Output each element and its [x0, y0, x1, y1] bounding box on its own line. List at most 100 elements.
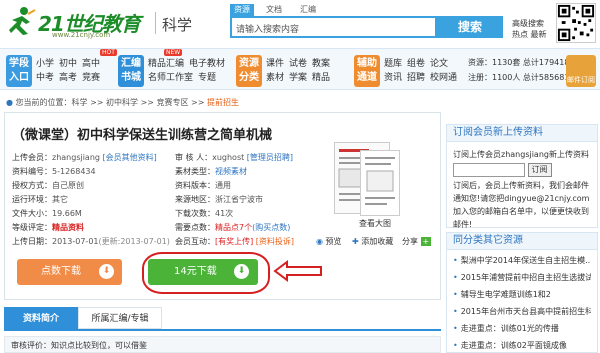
list-item[interactable]: • 走进重点：训练01光的传播: [453, 320, 591, 337]
bullet-icon: •: [453, 256, 458, 265]
nav-news[interactable]: 资讯: [384, 71, 402, 85]
view-large-image-link[interactable]: 查看大图: [359, 218, 391, 229]
uploader-value[interactable]: zhangsjiang: [52, 153, 100, 162]
nav-build-paper[interactable]: 组卷: [407, 57, 425, 71]
compilation-bookstore-button[interactable]: 汇编 书城: [118, 55, 144, 87]
preview-action[interactable]: ◉ 预览: [316, 236, 342, 247]
list-item-label: 2015年台州市天台县高中提前招生科...: [460, 307, 591, 316]
admin-recruit-link[interactable]: [管理员招聘]: [247, 153, 293, 162]
tab-description[interactable]: 资料简介: [4, 307, 78, 329]
points-download-button[interactable]: 点数下载 ⬇: [17, 259, 122, 285]
share-action[interactable]: 分享 +: [402, 236, 432, 247]
breadcrumb-current[interactable]: 提前招生: [207, 98, 239, 107]
complaint-link[interactable]: [资料投诉]: [256, 237, 294, 246]
tab-underline: [4, 329, 441, 331]
nav-question-bank[interactable]: 题库: [384, 57, 402, 71]
list-item[interactable]: • 辅导生电学难题训练1和2: [453, 286, 591, 303]
bullet-icon: •: [453, 324, 458, 333]
stage-entry-label: 学段: [9, 58, 29, 69]
hot-latest-links[interactable]: 热点 最新: [512, 29, 547, 40]
upload-date-value: 2013-07-01: [52, 237, 99, 246]
search-button[interactable]: 搜索: [437, 16, 503, 38]
add-favorite-label: 添加收藏: [361, 237, 394, 246]
reward-upload-link[interactable]: [有奖上传]: [215, 237, 253, 246]
site-logo[interactable]: 21世纪教育 www.21cnjy.com: [8, 6, 148, 40]
upload-date-key: 上传日期：: [12, 237, 52, 246]
resource-category-button[interactable]: 资源 分类: [236, 55, 262, 87]
breadcrumb-path[interactable]: 您当前的位置：科学 >> 初中科学 >> 竞赛专区 >>: [16, 98, 205, 107]
list-item-label: 2015年浦营提前中招自主招生选拔试...: [460, 273, 591, 282]
nav-exam[interactable]: 试卷: [289, 57, 307, 71]
update-date-value: (更新:2013-07-01): [98, 237, 170, 246]
add-favorite-action[interactable]: ✚ 添加收藏: [352, 236, 393, 247]
list-item[interactable]: • 2015年台州市天台县高中提前招生科...: [453, 303, 591, 320]
breadcrumb: ● 您当前的位置：科学 >> 初中科学 >> 竞赛专区 >> 提前招生: [6, 97, 239, 108]
nav-zhongkao[interactable]: 中考: [36, 71, 54, 85]
mail-subscribe-button[interactable]: 邮件订阅: [566, 55, 596, 87]
version-row: 资料版本：通用: [175, 180, 231, 191]
nav-school-net[interactable]: 校网通: [430, 71, 457, 85]
nav-senior[interactable]: 高中: [82, 57, 100, 71]
tab-compilation[interactable]: 所属汇编/专辑: [78, 307, 162, 329]
points-key: 需要点数：: [175, 223, 215, 232]
region-key: 来源地区：: [175, 195, 215, 204]
nav-jobs[interactable]: 招聘: [407, 71, 425, 85]
downloads-key: 下载次数：: [175, 209, 215, 218]
nav-papers[interactable]: 论文: [430, 57, 448, 71]
compilation-label: 汇编: [121, 58, 141, 69]
list-item-label: 走进重点：训练01光的传播: [460, 324, 559, 333]
license-key: 授权方式：: [12, 181, 52, 190]
subscribe-button[interactable]: 订阅: [527, 163, 552, 177]
grade-links: 小学 初中 高中 中考 高考 竞赛: [36, 57, 105, 85]
interaction-row: 会员互动：[有奖上传] [资料投诉]: [175, 236, 294, 247]
nav-study-plan[interactable]: 学案: [289, 71, 307, 85]
list-item[interactable]: • 梨洲中学2014年保送生自主招生模...: [453, 252, 591, 269]
list-item[interactable]: • 走进重点：训练02平面镜成像: [453, 337, 591, 352]
filesize-row: 文件大小：19.66M: [12, 208, 82, 219]
assist-links: 题库 组卷 论文 资讯 招聘 校网通: [384, 57, 462, 85]
nav-teacher-studio[interactable]: 名师工作室: [148, 71, 193, 85]
eye-icon: ◉: [316, 237, 323, 246]
highlight-ellipse: [142, 252, 270, 294]
list-item[interactable]: • 2015年浦营提前中招自主招生选拔试...: [453, 269, 591, 286]
search-tab-resource[interactable]: 资源: [230, 4, 254, 16]
subscribe-box: 订阅上传会员zhangsjiang新上传资料 订阅 订阅后，会员上传新资料，我们…: [446, 142, 598, 229]
nav-topic[interactable]: 专题: [198, 71, 216, 85]
nav-premium[interactable]: 精品: [312, 71, 330, 85]
subscribe-email-input[interactable]: [453, 163, 525, 177]
nav-lesson-plan[interactable]: 教案: [312, 57, 330, 71]
document-page-icon-2: [365, 157, 395, 205]
nav-material[interactable]: 素材: [266, 71, 284, 85]
list-item-label: 走进重点：训练02平面镜成像: [460, 341, 567, 350]
material-type-row: 素材类型：视频素材: [175, 166, 247, 177]
downloads-row: 下载次数：41次: [175, 208, 233, 219]
resource-id-value: 5-1268434: [52, 167, 96, 176]
member-other-link[interactable]: [会员其他资料]: [103, 153, 157, 162]
assist-channel-button[interactable]: 辅助 通道: [354, 55, 380, 87]
left-arrow-annotation-icon: [273, 260, 322, 282]
preview-label: 预览: [325, 237, 342, 246]
header-divider: [155, 12, 156, 34]
nav-contest[interactable]: 竞赛: [82, 71, 100, 85]
stage-entry-button[interactable]: 学段 入口: [6, 55, 32, 87]
favorite-icon: ✚: [352, 237, 359, 246]
filesize-value: 19.66M: [52, 209, 82, 218]
search-tab-document[interactable]: 文档: [262, 4, 286, 16]
nav-courseware[interactable]: 课件: [266, 57, 284, 71]
list-item-label: 辅导生电学难题训练1和2: [460, 290, 551, 299]
review-evaluation: 审核评价：知识点比较到位，可以借鉴: [4, 336, 441, 353]
nav-e-textbook[interactable]: 电子教材: [189, 57, 225, 71]
search-tab-compilation[interactable]: 汇编: [296, 4, 320, 16]
nav-primary[interactable]: 小学: [36, 57, 54, 71]
material-type-value[interactable]: 视频素材: [215, 167, 247, 176]
nav-gaokao[interactable]: 高考: [59, 71, 77, 85]
nav-premium-compilation[interactable]: 精品汇编: [148, 57, 184, 71]
subscribe-text-2: 订阅后，会员上传新资料，我们会邮件通知您!请您把dingyue@21cnjy.c…: [453, 181, 590, 229]
runtime-row: 运行环境：其它: [12, 194, 68, 205]
search-input[interactable]: 请输入搜索内容: [230, 16, 437, 38]
advanced-search-link[interactable]: 高级搜索: [512, 18, 544, 29]
nav-junior[interactable]: 初中: [59, 57, 77, 71]
buy-points-link[interactable]: (购买点数): [252, 223, 290, 232]
points-row: 需要点数：精品点7个(购买点数): [175, 222, 290, 233]
preview-thumbnail-2[interactable]: [360, 150, 400, 216]
